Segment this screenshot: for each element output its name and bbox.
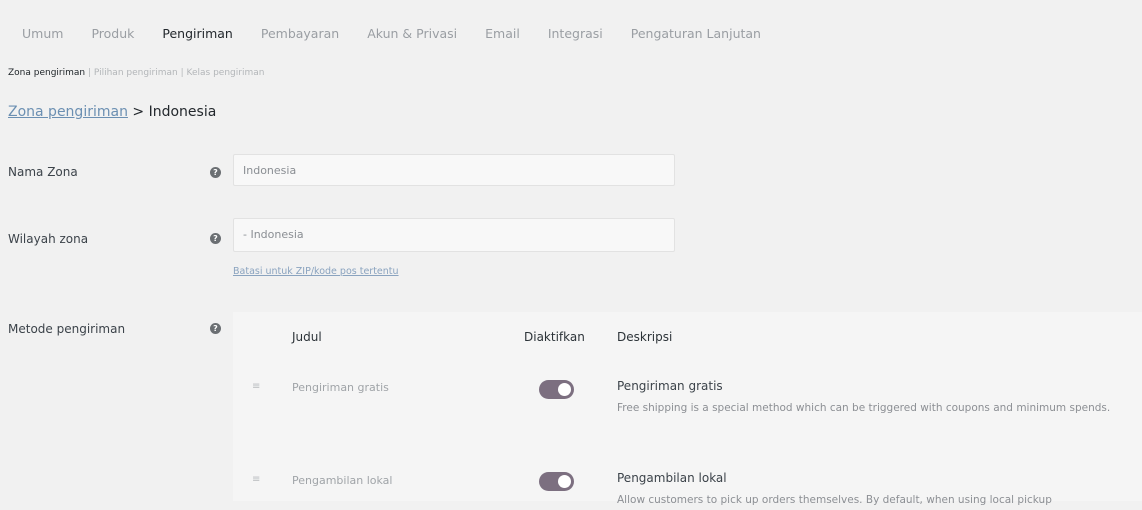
- tab-pembayaran[interactable]: Pembayaran: [261, 26, 339, 41]
- subnav-separator: |: [177, 68, 187, 78]
- method-title[interactable]: Pengambilan lokal: [292, 474, 392, 487]
- enabled-toggle[interactable]: [539, 472, 574, 491]
- subnav-zones[interactable]: Zona pengiriman: [8, 68, 85, 78]
- method-description-title: Pengambilan lokal: [617, 471, 727, 485]
- help-icon[interactable]: ?: [210, 233, 221, 244]
- settings-tabs: Umum Produk Pengiriman Pembayaran Akun &…: [22, 26, 789, 41]
- method-title[interactable]: Pengiriman gratis: [292, 381, 389, 394]
- breadcrumb: Zona pengiriman > Indonesia: [8, 104, 216, 120]
- zone-region-token[interactable]: - Indonesia: [243, 228, 304, 241]
- zone-region-label: Wilayah zona: [8, 232, 89, 246]
- subnav-options[interactable]: Pilihan pengiriman: [94, 68, 178, 78]
- tab-email[interactable]: Email: [485, 26, 520, 41]
- subnav-classes[interactable]: Kelas pengiriman: [187, 68, 265, 78]
- drag-handle-icon[interactable]: ≡: [252, 381, 260, 392]
- toggle-knob: [558, 383, 571, 396]
- tab-pengiriman[interactable]: Pengiriman: [162, 26, 232, 41]
- tab-akun-privasi[interactable]: Akun & Privasi: [367, 26, 457, 41]
- help-icon[interactable]: ?: [210, 323, 221, 334]
- toggle-knob: [558, 475, 571, 488]
- tab-umum[interactable]: Umum: [22, 26, 63, 41]
- column-header-description: Deskripsi: [617, 330, 673, 344]
- shipping-subnav: Zona pengiriman | Pilihan pengiriman | K…: [8, 68, 264, 78]
- method-description-text: Allow customers to pick up orders themse…: [617, 494, 1052, 506]
- breadcrumb-current: Indonesia: [148, 104, 217, 120]
- drag-handle-icon[interactable]: ≡: [252, 474, 260, 485]
- zone-name-input[interactable]: [233, 154, 675, 186]
- method-description-text: Free shipping is a special method which …: [617, 402, 1111, 414]
- column-header-enabled: Diaktifkan: [524, 330, 585, 344]
- subnav-separator: |: [85, 68, 94, 78]
- tab-integrasi[interactable]: Integrasi: [548, 26, 603, 41]
- limit-zip-link[interactable]: Batasi untuk ZIP/kode pos tertentu: [233, 266, 399, 277]
- column-header-title: Judul: [292, 330, 322, 344]
- enabled-toggle[interactable]: [539, 380, 574, 399]
- shipping-methods-label: Metode pengiriman: [8, 322, 126, 336]
- tab-pengaturan-lanjutan[interactable]: Pengaturan Lanjutan: [631, 26, 761, 41]
- tab-produk[interactable]: Produk: [91, 26, 134, 41]
- method-description-title: Pengiriman gratis: [617, 379, 723, 393]
- zone-name-label: Nama Zona: [8, 165, 78, 179]
- zone-region-select[interactable]: - Indonesia: [233, 218, 675, 252]
- breadcrumb-separator: >: [127, 104, 149, 120]
- help-icon[interactable]: ?: [210, 167, 221, 178]
- breadcrumb-zones-link[interactable]: Zona pengiriman: [8, 104, 128, 120]
